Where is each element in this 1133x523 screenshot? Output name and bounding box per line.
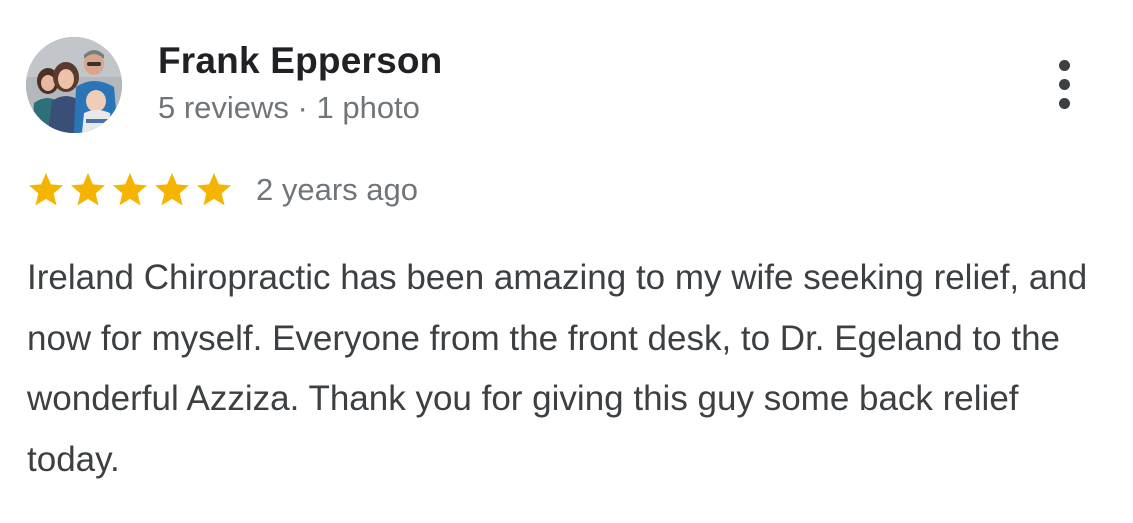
author-meta: 5 reviews · 1 photo <box>158 90 420 125</box>
star-icon <box>26 170 66 210</box>
review-time: 2 years ago <box>256 172 418 207</box>
star-icon <box>110 170 150 210</box>
more-vert-icon-dot <box>1058 97 1070 109</box>
more-vert-icon-dot <box>1058 78 1070 90</box>
star-icon <box>152 170 192 210</box>
author-name[interactable]: Frank Epperson <box>158 40 442 82</box>
more-vert-icon <box>1058 59 1070 71</box>
avatar-photo <box>26 37 122 133</box>
more-options-button[interactable] <box>1040 52 1088 116</box>
star-icon <box>194 170 234 210</box>
review-text: Ireland Chiropractic has been amazing to… <box>27 258 1088 479</box>
review-card: Frank Epperson 5 reviews · 1 photo 2 yea… <box>0 0 1133 523</box>
rating-row: 2 years ago <box>26 168 418 212</box>
avatar[interactable] <box>26 37 122 133</box>
star-icon <box>68 170 108 210</box>
star-rating <box>26 170 234 210</box>
